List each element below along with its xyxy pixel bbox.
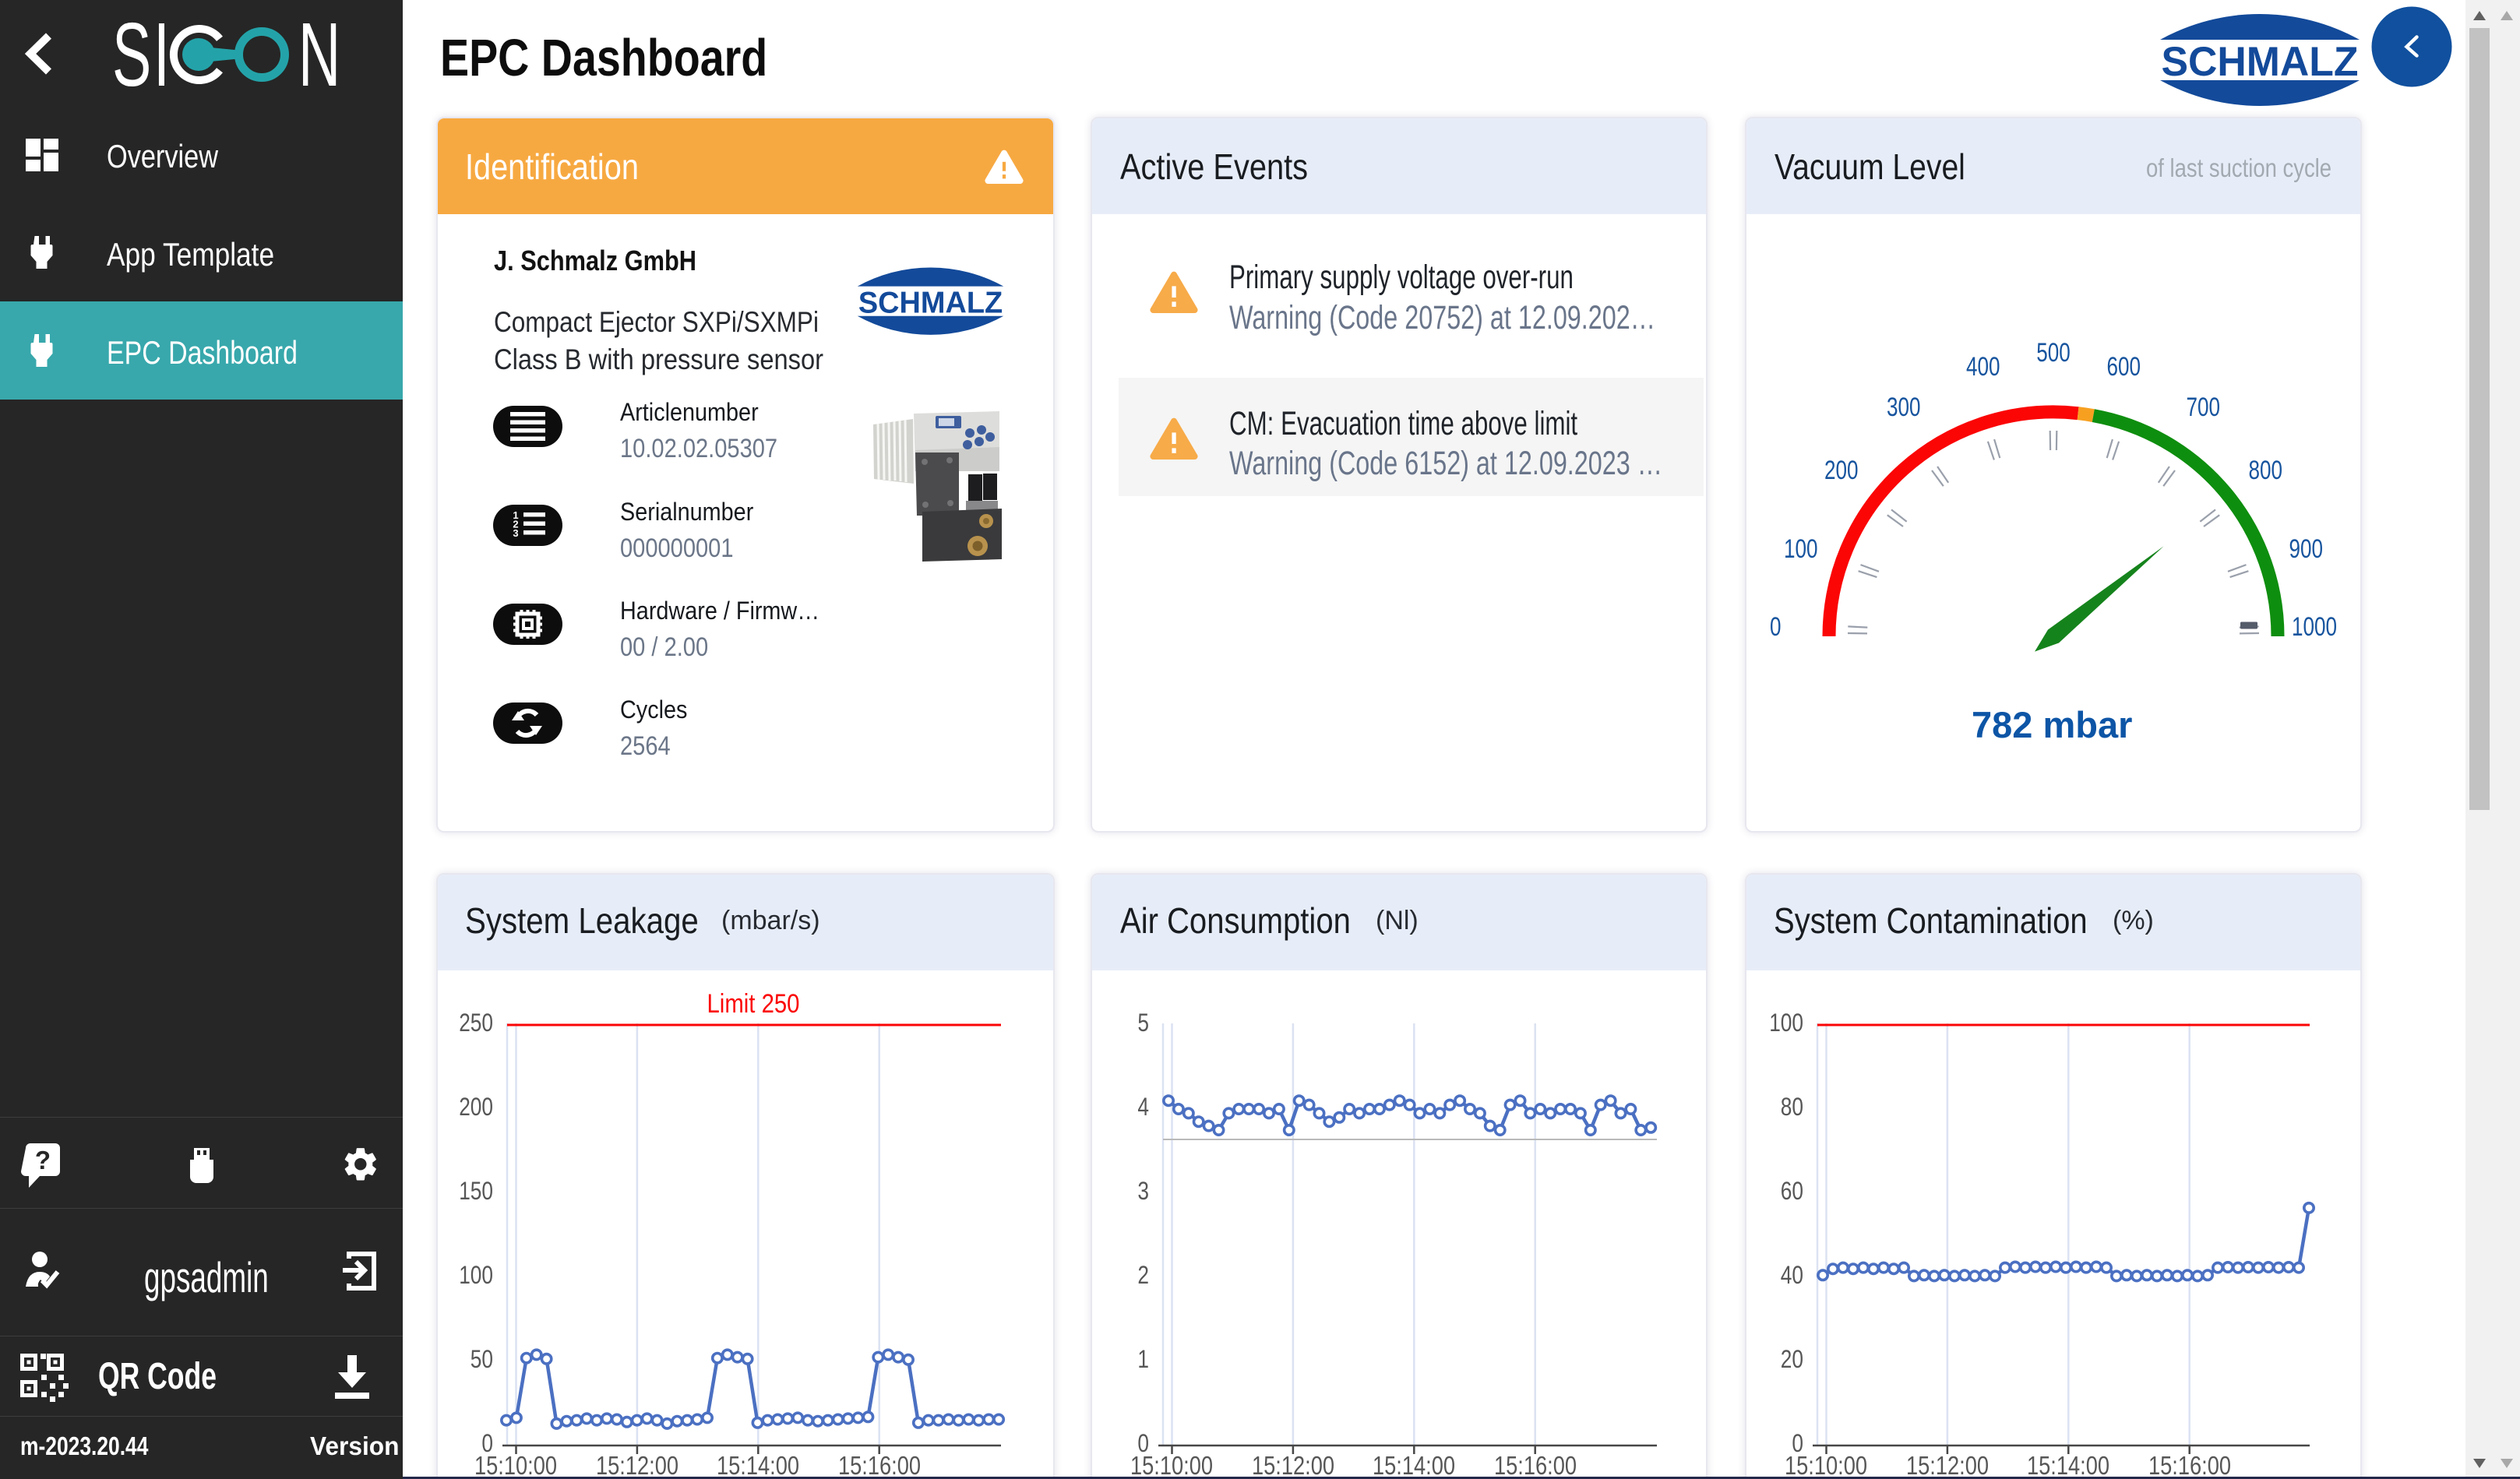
- svg-text:SCHMALZ: SCHMALZ: [2162, 39, 2359, 85]
